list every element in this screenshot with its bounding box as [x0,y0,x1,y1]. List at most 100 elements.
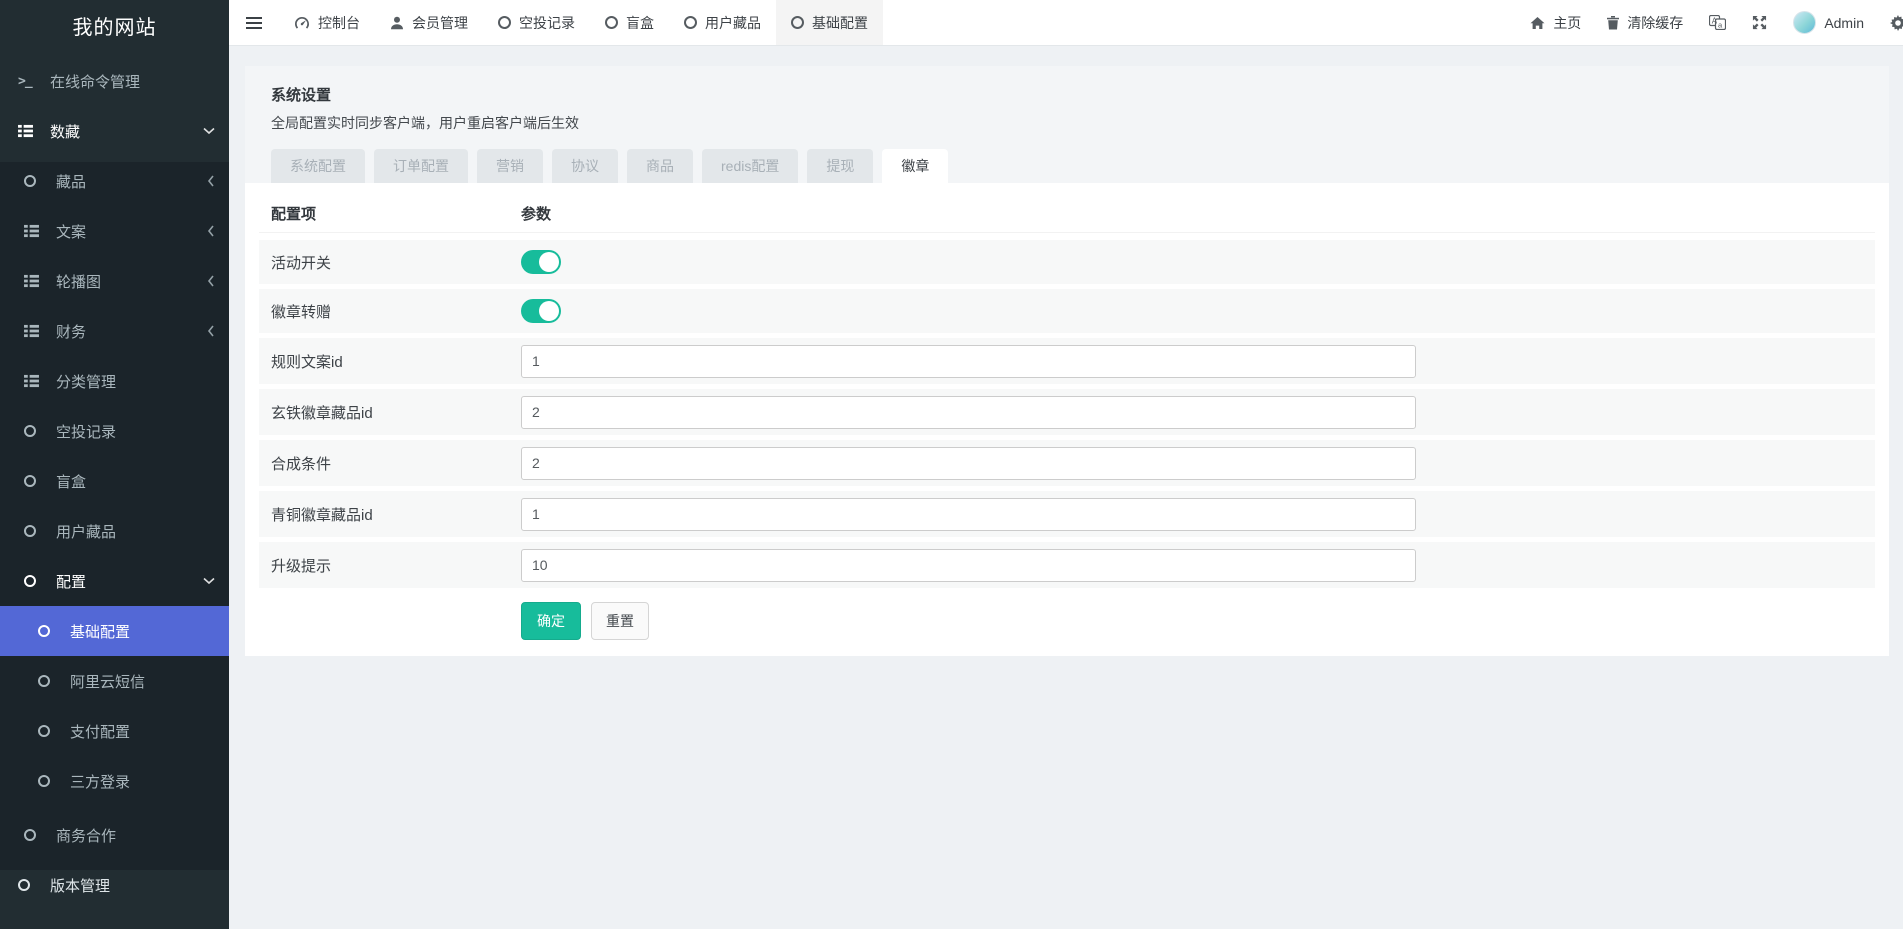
upgrade-tip-input[interactable] [521,549,1416,582]
sidebar-item-label: 支付配置 [70,721,130,742]
row-label: 规则文案id [271,351,521,372]
user-icon [390,16,404,30]
list-icon [24,324,48,338]
nav-item-fullscreen[interactable] [1739,0,1780,45]
sidebar-item-label: 版本管理 [50,875,110,896]
panel-header: 系统设置 全局配置实时同步客户端，用户重启客户端后生效 系统配置 订单配置 营销… [245,66,1889,183]
sidebar-item-shangwu-hezuo[interactable]: 商务合作 [0,810,229,860]
username-label: Admin [1824,15,1864,31]
sidebar-toggle-button[interactable] [229,0,279,45]
home-icon [1530,16,1545,30]
circle-icon [24,525,48,537]
sidebar-item-label: 盲盒 [56,471,86,492]
synthesis-condition-input[interactable] [521,447,1416,480]
panel-body: 配置项 参数 活动开关 徽章转赠 规则文案id 玄铁徽章藏品id 合成条件 [245,183,1889,666]
circle-icon [24,829,48,841]
nav-item-airdrop[interactable]: 空投记录 [483,0,590,45]
list-icon [24,374,48,388]
sidebar-item-peizhi[interactable]: 配置 [0,556,229,606]
sidebar-item-label: 数藏 [50,121,80,142]
nav-item-user-collection[interactable]: 用户藏品 [669,0,776,45]
nav-item-settings[interactable] [1877,0,1903,45]
page-title: 系统设置 [271,84,1863,105]
confirm-button[interactable]: 确定 [521,602,581,640]
nav-item-label: 盲盒 [626,13,654,33]
rule-doc-id-input[interactable] [521,345,1416,378]
sidebar-item-manghe[interactable]: 盲盒 [0,456,229,506]
form-row: 玄铁徽章藏品id [259,389,1875,435]
tab-system-config[interactable]: 系统配置 [271,149,365,183]
sidebar-item-label: 财务 [56,321,86,342]
sidebar-item-kongtou[interactable]: 空投记录 [0,406,229,456]
reset-button[interactable]: 重置 [591,602,649,640]
nav-item-label: 用户藏品 [705,13,761,33]
form-row: 规则文案id [259,338,1875,384]
row-label: 徽章转赠 [271,301,521,322]
nav-item-user-menu[interactable]: Admin [1780,0,1877,45]
nav-item-blindbox[interactable]: 盲盒 [590,0,669,45]
tab-order-config[interactable]: 订单配置 [374,149,468,183]
nav-item-clear-cache[interactable]: 清除缓存 [1594,0,1696,45]
sidebar-item-jichu-peizhi[interactable]: 基础配置 [0,606,229,656]
list-icon [24,274,48,288]
tab-withdraw[interactable]: 提现 [807,149,873,183]
form-row: 合成条件 [259,440,1875,486]
sidebar-item-lunbotu[interactable]: 轮播图 [0,256,229,306]
sidebar-item-shucang[interactable]: 数藏 [0,106,229,156]
sidebar-item-sanfang-denglu[interactable]: 三方登录 [0,756,229,806]
sidebar-item-banben-guanli[interactable]: 版本管理 [0,860,229,910]
nav-item-translate[interactable]: Aa [1696,0,1739,45]
avatar [1793,11,1816,34]
nav-item-basic-config[interactable]: 基础配置 [776,0,883,45]
sidebar-item-aliyun-sms[interactable]: 阿里云短信 [0,656,229,706]
circle-icon [24,575,48,587]
tab-marketing[interactable]: 营销 [477,149,543,183]
sidebar-item-label: 在线命令管理 [50,71,140,92]
list-icon [24,224,48,238]
dashboard-icon [294,16,310,30]
sidebar-item-caiwu[interactable]: 财务 [0,306,229,356]
sidebar-item-online-command[interactable]: >_ 在线命令管理 [0,56,229,106]
row-label: 玄铁徽章藏品id [271,402,521,423]
sidebar-item-fenlei[interactable]: 分类管理 [0,356,229,406]
tab-badge[interactable]: 徽章 [882,149,948,183]
tab-goods[interactable]: 商品 [627,149,693,183]
tab-redis-config[interactable]: redis配置 [702,149,798,183]
sidebar-item-label: 基础配置 [70,621,130,642]
page-subtitle: 全局配置实时同步客户端，用户重启客户端后生效 [271,113,1863,133]
site-logo[interactable]: 我的网站 [0,0,229,50]
settings-panel: 系统设置 全局配置实时同步客户端，用户重启客户端后生效 系统配置 订单配置 营销… [245,66,1889,656]
sidebar-item-label: 分类管理 [56,371,116,392]
nav-item-members[interactable]: 会员管理 [375,0,483,45]
circle-icon [38,775,62,787]
tab-agreement[interactable]: 协议 [552,149,618,183]
badge-transfer-toggle[interactable] [521,299,561,323]
terminal-icon: >_ [18,74,42,89]
circle-icon [498,16,511,29]
table-header: 配置项 参数 [259,195,1875,233]
row-label: 活动开关 [271,252,521,273]
circle-icon [18,879,42,891]
activity-switch-toggle[interactable] [521,250,561,274]
sidebar-item-label: 文案 [56,221,86,242]
nav-item-home[interactable]: 主页 [1517,0,1594,45]
sidebar-item-label: 空投记录 [56,421,116,442]
config-tabs: 系统配置 订单配置 营销 协议 商品 redis配置 提现 徽章 [271,149,1863,183]
admin-screen: 我的网站 >_ 在线命令管理 数藏 [0,0,1903,929]
sidebar-item-cangpin[interactable]: 藏品 [0,156,229,206]
chevron-down-icon [203,577,215,585]
circle-icon [791,16,804,29]
form-row: 升级提示 [259,542,1875,588]
chevron-left-icon [207,175,215,187]
sidebar-item-yonghu-cangpin[interactable]: 用户藏品 [0,506,229,556]
xuantie-badge-id-input[interactable] [521,396,1416,429]
sidebar-item-wenan[interactable]: 文案 [0,206,229,256]
circle-icon [24,475,48,487]
circle-icon [38,675,62,687]
sidebar: 我的网站 >_ 在线命令管理 数藏 [0,0,229,929]
sidebar-item-zhifu-peizhi[interactable]: 支付配置 [0,706,229,756]
list-icon [18,124,42,138]
nav-item-dashboard[interactable]: 控制台 [279,0,375,45]
circle-icon [38,725,62,737]
bronze-badge-id-input[interactable] [521,498,1416,531]
